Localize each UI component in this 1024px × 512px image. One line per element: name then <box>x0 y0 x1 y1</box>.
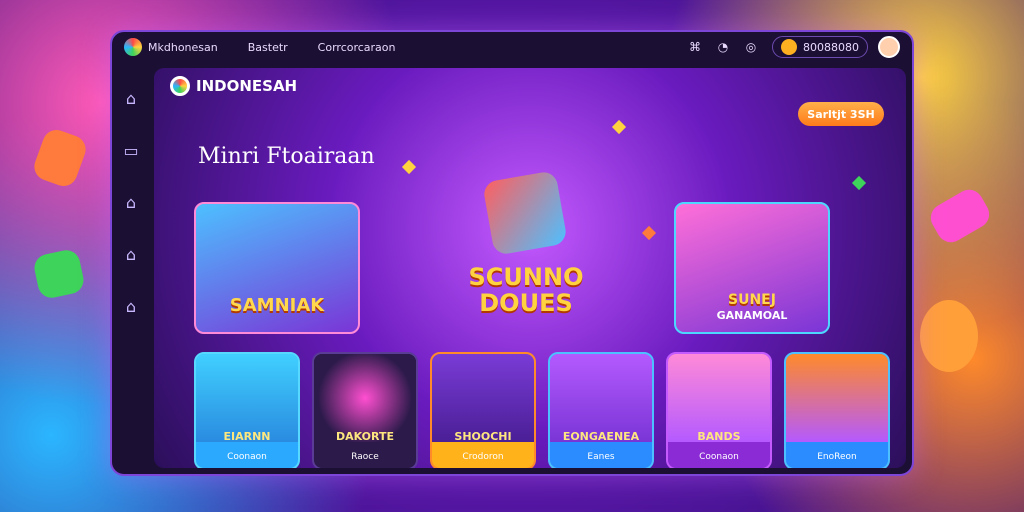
game-category: Coonaon <box>699 452 739 462</box>
top-link-community[interactable]: Corrcorcaraon <box>318 41 396 54</box>
game-category: EnoReon <box>817 452 857 462</box>
sparkle-icon <box>641 225 657 241</box>
game-title: EIARNN <box>223 430 271 443</box>
top-link-home[interactable]: Mkdhonesan <box>148 41 218 54</box>
game-title: EONGAENEA <box>562 430 640 443</box>
game-category: Eanes <box>587 452 615 462</box>
dice-icon <box>482 170 568 256</box>
featured-game-card-right[interactable]: SUNEJ GANAMOAL <box>674 202 830 334</box>
game-art <box>550 354 652 442</box>
game-tile-row: EIARNN Coonaon DAKORTE Raoce SHOOCHI Cro… <box>194 352 890 468</box>
game-tile[interactable]: BANDS Coonaon <box>666 352 772 468</box>
game-tile[interactable]: SHOOCHI Crodoron <box>430 352 536 468</box>
sparkle-icon <box>611 119 627 135</box>
settings-icon[interactable]: ◎ <box>742 38 760 56</box>
game-category: Raoce <box>351 452 379 462</box>
page-title: Minri Ftoairaan <box>198 144 375 169</box>
featured-title-line1: SCUNNO <box>468 263 584 291</box>
main-content: INDONESAH Sarltjt 3SH Minri Ftoairaan SA… <box>154 68 906 468</box>
game-title: SHOOCHI <box>454 430 512 443</box>
game-art <box>668 354 770 442</box>
coin-value: 80088080 <box>803 40 859 54</box>
hero-subtitle: GANAMOAL <box>716 309 788 322</box>
top-bar: Mkdhonesan Bastetr Corrcorcaraon ⌘ ◔ ◎ 8… <box>112 32 912 62</box>
friends-icon[interactable]: ⌂ <box>121 244 141 264</box>
app-window: Mkdhonesan Bastetr Corrcorcaraon ⌘ ◔ ◎ 8… <box>110 30 914 476</box>
hero-title: SUNEJ <box>728 292 776 308</box>
game-tile[interactable]: EONGAENEA Eanes <box>548 352 654 468</box>
featured-title-line2: DOUES <box>479 289 573 318</box>
game-title: BANDS <box>697 430 741 443</box>
featured-game-card-left[interactable]: SAMNIAK <box>194 202 360 334</box>
decor-blob <box>920 300 978 372</box>
game-art <box>314 354 416 442</box>
sparkle-icon <box>851 175 867 191</box>
decor-blob <box>31 247 87 301</box>
game-category: Coonaon <box>227 452 267 462</box>
game-tile[interactable]: EnoReon <box>784 352 890 468</box>
decor-blob <box>925 184 995 248</box>
game-category: Crodoron <box>462 452 504 462</box>
store-icon[interactable]: ⌂ <box>121 192 141 212</box>
library-icon[interactable]: ▭ <box>121 140 141 160</box>
sparkle-icon <box>401 159 417 175</box>
start-button[interactable]: Sarltjt 3SH <box>798 102 884 126</box>
coin-icon <box>781 39 797 55</box>
sidebar: ⌂ ▭ ⌂ ⌂ ⌂ <box>112 62 150 476</box>
game-title: DAKORTE <box>335 430 395 443</box>
user-avatar[interactable] <box>878 36 900 58</box>
game-art <box>786 354 888 442</box>
game-tile[interactable]: EIARNN Coonaon <box>194 352 300 468</box>
game-tile[interactable]: DAKORTE Raoce <box>312 352 418 468</box>
controller-icon[interactable]: ⌘ <box>686 38 704 56</box>
brand-name: INDONESAH <box>196 77 298 95</box>
app-logo-icon[interactable] <box>124 38 142 56</box>
home-icon[interactable]: ⌂ <box>121 88 141 108</box>
profile-icon[interactable]: ⌂ <box>121 296 141 316</box>
notification-icon[interactable]: ◔ <box>714 38 732 56</box>
coin-balance[interactable]: 80088080 <box>772 36 868 58</box>
top-link-browse[interactable]: Bastetr <box>248 41 288 54</box>
featured-game-title: SCUNNO DOUES <box>426 264 626 317</box>
brand: INDONESAH <box>170 76 297 96</box>
game-art <box>432 354 534 442</box>
featured-game-logo[interactable]: SCUNNO DOUES <box>426 168 626 340</box>
hero-title: SAMNIAK <box>229 295 325 316</box>
brand-logo-icon <box>170 76 190 96</box>
decor-blob <box>30 126 90 190</box>
game-art <box>196 354 298 442</box>
